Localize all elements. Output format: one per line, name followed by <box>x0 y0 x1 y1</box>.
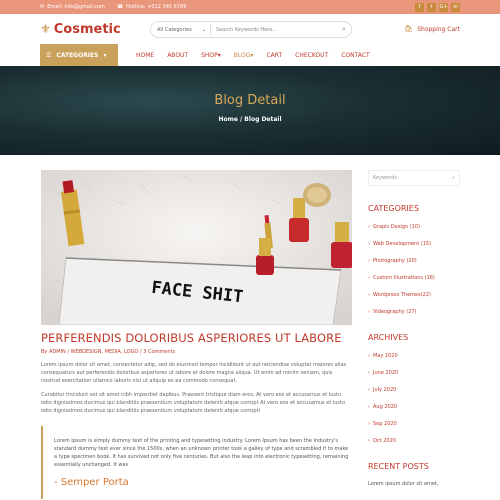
archive-item[interactable]: Sep 2020 <box>368 421 460 427</box>
nav-checkout[interactable]: CHECKOUT <box>295 52 328 59</box>
post-paragraph-1: Lorem ipsum dolor sit amet, consectetur … <box>41 362 347 384</box>
breadcrumb-current: / Blog Detail <box>240 116 282 123</box>
recent-post-item[interactable]: Lorem ipsum dolor sit amet, <box>368 481 460 487</box>
nav-blog[interactable]: BLOG▾ <box>234 52 254 59</box>
facebook-icon[interactable]: f <box>415 2 424 12</box>
bag-icon: 🛍 <box>404 25 414 33</box>
categories-heading: CATEGORIES <box>368 204 419 213</box>
top-bar: ✉ Email: info@gmail.com ☎ Hotline: +012 34… <box>0 0 500 14</box>
caret-down-icon: ▾ <box>217 51 221 59</box>
category-item[interactable]: Videography (27) <box>368 309 460 315</box>
archive-item[interactable]: July 2020 <box>368 387 460 393</box>
categories-list: Grapic Design (10) Web Development (15) … <box>368 224 460 315</box>
main-nav: ☰ CATEGORIES ▾ HOME ABOUT SHOP▾ BLOG▾ CA… <box>0 44 500 66</box>
post-meta: By ADMIN / WEBDESIGN, MEDIA, LOGO / 3 Co… <box>41 349 176 355</box>
archives-list: May 2020 June 2020 July 2020 Aug 2020 Se… <box>368 353 460 444</box>
hotline-text: Hotline: +012 345 6789 <box>126 4 187 10</box>
category-item[interactable]: Wordpress Themes(22) <box>368 292 460 298</box>
categories-button[interactable]: ☰ CATEGORIES ▾ <box>40 44 118 66</box>
brand-logo[interactable]: ⚜ Cosmetic <box>40 22 121 37</box>
search-input[interactable]: Search Keywords Here... <box>211 27 337 33</box>
page-title: Blog Detail <box>214 93 286 108</box>
post-content: FACE SHIT PERFERENDIS DOLORIBUS ASPERIOR… <box>41 170 352 499</box>
shopping-cart-link[interactable]: 🛍 Shopping Cart <box>404 25 460 33</box>
category-item[interactable]: Custom Illustrations (16) <box>368 275 460 281</box>
header: ⚜ Cosmetic All Categories ⌄ Search Keywo… <box>0 14 500 44</box>
category-item[interactable]: Photography (20) <box>368 258 460 264</box>
mail-icon: ✉ <box>40 4 45 10</box>
archive-item[interactable]: Aug 2020 <box>368 404 460 410</box>
page-banner: Blog Detail Home / Blog Detail <box>0 66 500 155</box>
category-item[interactable]: Web Development (15) <box>368 241 460 247</box>
search-bar: All Categories ⌄ Search Keywords Here...… <box>150 21 352 38</box>
archive-item[interactable]: May 2020 <box>368 353 460 359</box>
category-item[interactable]: Grapic Design (10) <box>368 224 460 230</box>
nav-shop-label: SHOP <box>201 51 218 59</box>
category-select[interactable]: All Categories ⌄ <box>151 24 211 35</box>
categories-label: CATEGORIES <box>56 51 99 59</box>
hotline-contact[interactable]: ☎ Hotline: +012 345 6789 <box>117 4 187 10</box>
nav-blog-label: BLOG <box>233 51 251 59</box>
breadcrumb: Home / Blog Detail <box>0 116 500 123</box>
nav-home[interactable]: HOME <box>136 52 154 59</box>
breadcrumb-home[interactable]: Home <box>218 116 237 123</box>
sidebar: Keywords ⌕ CATEGORIES Grapic Design (10)… <box>368 170 460 487</box>
google-plus-icon[interactable]: G+ <box>439 2 448 12</box>
search-icon[interactable]: ⌕ <box>452 175 455 181</box>
category-select-value: All Categories <box>157 26 192 33</box>
linkedin-icon[interactable]: in <box>451 2 460 12</box>
recent-posts-heading: RECENT POSTS <box>368 462 429 471</box>
nav-about[interactable]: ABOUT <box>167 52 188 59</box>
caret-down-icon: ▾ <box>103 51 107 59</box>
post-title: PERFERENDIS DOLORIBUS ASPERIORES UT LABO… <box>41 331 342 345</box>
sidebar-search-input[interactable]: Keywords ⌕ <box>368 170 460 186</box>
phone-icon: ☎ <box>116 4 124 10</box>
nav-contact[interactable]: CONTACT <box>341 52 369 59</box>
post-paragraph-2: Curabitur tincidunt est sit amet nibh im… <box>41 392 346 414</box>
nav-shop[interactable]: SHOP▾ <box>201 52 221 59</box>
post-image: FACE SHIT <box>41 170 352 325</box>
caret-down-icon: ▾ <box>250 51 254 59</box>
email-contact[interactable]: ✉ Email: info@gmail.com <box>40 4 105 10</box>
quote-text: Lorem Ipsum is simply dummy text of the … <box>54 438 349 468</box>
blockquote: Lorem Ipsum is simply dummy text of the … <box>41 426 352 499</box>
quote-author: - Semper Porta <box>54 477 129 488</box>
menu-icon: ☰ <box>46 51 52 59</box>
sidebar-search-placeholder: Keywords <box>373 175 397 181</box>
chevron-down-icon: ⌄ <box>201 26 206 33</box>
search-icon[interactable]: ⌕ <box>337 25 351 34</box>
archive-item[interactable]: Oct 2020 <box>368 438 460 444</box>
lotus-icon: ⚜ <box>40 22 51 36</box>
email-text: Email: info@gmail.com <box>47 4 105 10</box>
archives-heading: ARCHIVES <box>368 333 409 342</box>
archive-item[interactable]: June 2020 <box>368 370 460 376</box>
nav-cart[interactable]: CART <box>266 52 282 59</box>
brand-name: Cosmetic <box>53 21 121 37</box>
twitter-icon[interactable]: t <box>427 2 436 12</box>
cart-label: Shopping Cart <box>417 25 460 33</box>
